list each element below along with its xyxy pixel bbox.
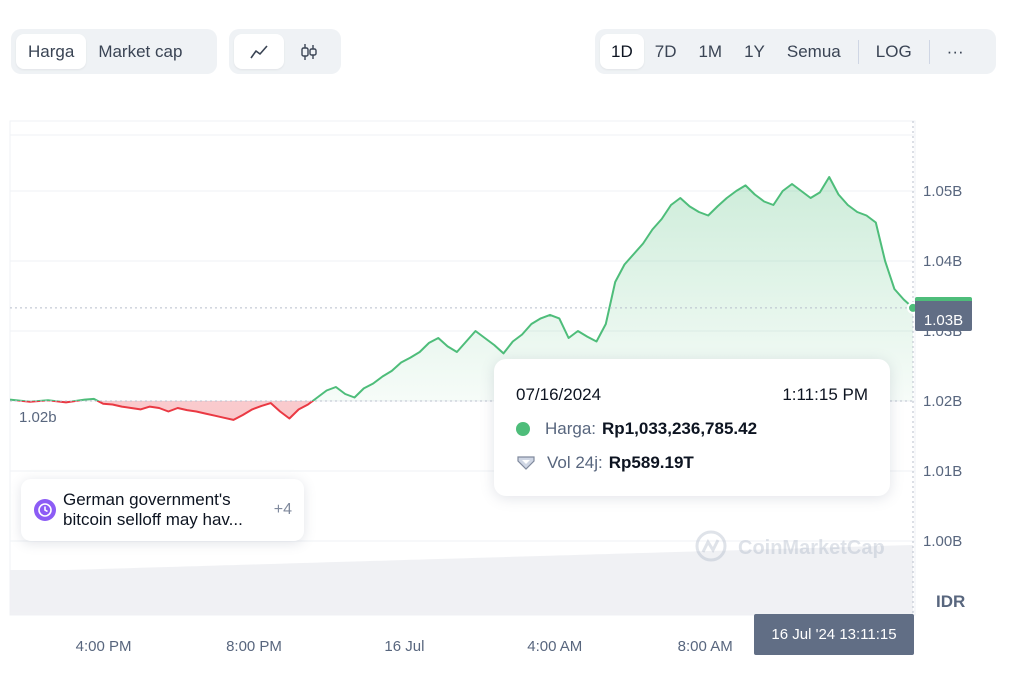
price-chart[interactable]: 1.00B 1.01B 1.02B 1.03B 1.04B 1.05B 4:00 PM 8:… xyxy=(0,0,1024,680)
news-headline[interactable]: German government's bitcoin selloff may … xyxy=(63,490,263,530)
y-tick-label: 1.04B xyxy=(923,253,962,270)
baseline-badge: 1.02b xyxy=(12,404,62,428)
tooltip-volume-value: Rp589.19T xyxy=(608,453,694,472)
tooltip-price-row: Harga: Rp1,033,236,785.42 xyxy=(516,419,757,439)
news-card[interactable]: German government's bitcoin selloff may … xyxy=(21,479,304,541)
clock-history-icon xyxy=(34,499,56,521)
x-tick-label: 4:00 AM xyxy=(527,638,582,655)
cursor-time-badge: 16 Jul '24 13:11:15 xyxy=(754,614,914,655)
chart-tooltip: 07/16/2024 1:11:15 PM Harga: Rp1,033,236… xyxy=(494,359,890,496)
tooltip-price-label: Harga: xyxy=(545,419,597,438)
news-more-count[interactable]: +4 xyxy=(274,501,292,519)
baseline-label: 1.02b xyxy=(19,409,57,426)
tooltip-volume-label: Vol 24j: xyxy=(547,453,603,472)
tooltip-price-value: Rp1,033,236,785.42 xyxy=(602,419,758,438)
volume-icon xyxy=(517,456,535,470)
x-tick-label: 8:00 AM xyxy=(678,638,733,655)
tooltip-volume-row: Vol 24j: Rp589.19T xyxy=(516,453,694,473)
y-tick-label: 1.02B xyxy=(923,393,962,410)
y-axis: 1.00B1.01B1.02B1.03B1.04B1.05B xyxy=(923,183,962,550)
price-dot-icon xyxy=(516,422,530,436)
current-price-badge: 1.03B xyxy=(915,297,972,331)
y-tick-label: 1.01B xyxy=(923,463,962,480)
x-tick-label: 8:00 PM xyxy=(226,638,282,655)
watermark-text: CoinMarketCap xyxy=(738,537,885,559)
x-axis: 4:00 PM 8:00 PM 16 Jul 4:00 AM 8:00 AM xyxy=(76,638,733,655)
currency-label: IDR xyxy=(936,592,966,611)
y-tick-label: 1.05B xyxy=(923,183,962,200)
y-tick-label: 1.00B xyxy=(923,533,962,550)
x-tick-label: 4:00 PM xyxy=(76,638,132,655)
x-tick-label: 16 Jul xyxy=(384,638,424,655)
tooltip-date: 07/16/2024 xyxy=(516,385,602,404)
tooltip-time: 1:11:15 PM xyxy=(782,385,868,404)
